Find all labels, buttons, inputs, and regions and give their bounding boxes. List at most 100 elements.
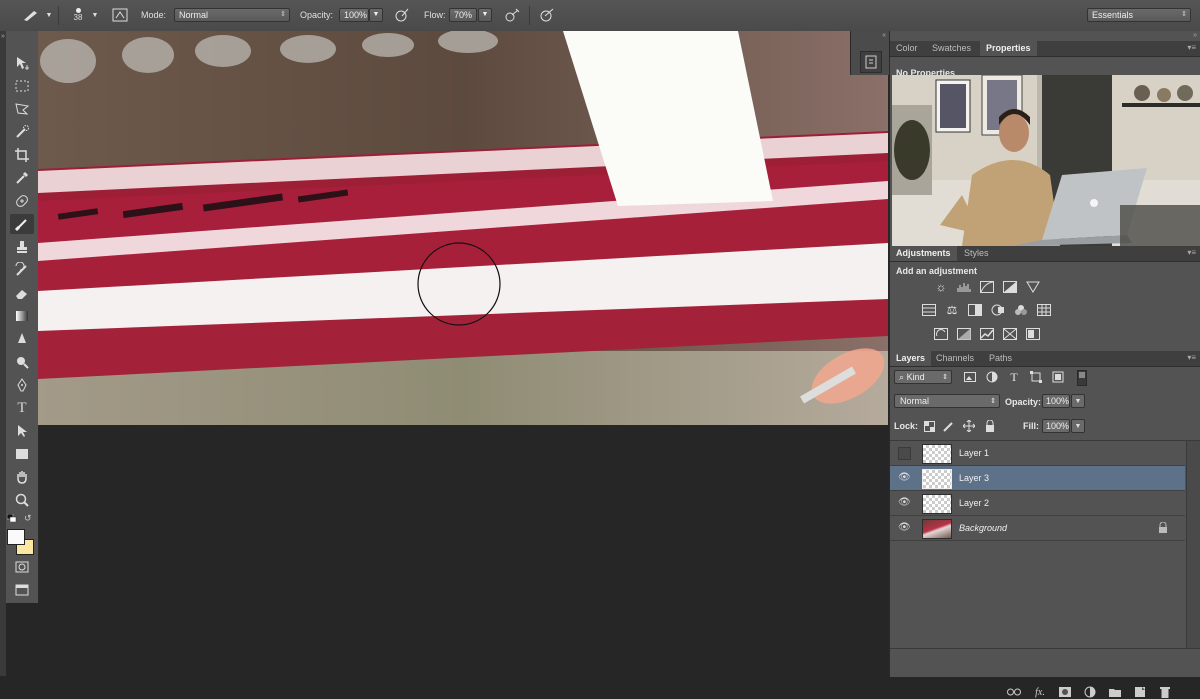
invert-icon[interactable] (933, 327, 949, 341)
swap-colors-icon[interactable]: ↺ (24, 513, 32, 524)
layer-row-layer-1[interactable]: Layer 1 (890, 441, 1185, 466)
selective-color-icon[interactable] (1025, 327, 1041, 341)
opacity-slider-button[interactable]: ▼ (369, 8, 383, 22)
filter-smart-object-icon[interactable] (1050, 370, 1066, 384)
exposure-icon[interactable] (1002, 280, 1018, 294)
brightness-contrast-icon[interactable]: ☼ (933, 280, 949, 294)
new-adjustment-layer-icon[interactable] (1083, 685, 1097, 699)
opacity-input[interactable]: 100% (339, 8, 369, 22)
blend-mode-select[interactable]: Normal ⇕ (894, 394, 1000, 408)
color-balance-icon[interactable]: ⚖ (944, 303, 960, 317)
flow-slider-button[interactable]: ▼ (478, 8, 492, 22)
history-brush-tool-icon[interactable] (10, 260, 34, 280)
posterize-icon[interactable] (956, 327, 972, 341)
layer-filter-select[interactable]: ⌕ Kind ⇕ (894, 370, 952, 384)
filter-shape-icon[interactable] (1028, 370, 1044, 384)
filter-pixel-icon[interactable] (962, 370, 978, 384)
vibrance-icon[interactable] (1025, 280, 1041, 294)
black-white-icon[interactable] (967, 303, 983, 317)
pressure-size-icon[interactable] (537, 5, 557, 25)
eyedropper-tool-icon[interactable] (10, 168, 34, 188)
filter-type-icon[interactable]: T (1006, 370, 1022, 384)
layers-scrollbar[interactable] (1186, 441, 1200, 649)
zoom-tool-icon[interactable] (10, 490, 34, 510)
channel-mixer-icon[interactable] (1013, 303, 1029, 317)
tab-paths[interactable]: Paths (983, 351, 1018, 366)
color-lookup-icon[interactable] (1036, 303, 1052, 317)
collapse-panels-icon[interactable]: » (1193, 32, 1197, 39)
eye-icon[interactable]: 👁 (898, 497, 911, 509)
quick-mask-icon[interactable] (10, 557, 34, 577)
brush-picker-dropdown-icon[interactable]: ▼ (90, 5, 100, 25)
collapse-icon[interactable]: » (1, 33, 5, 40)
layer-opacity-input[interactable]: 100% (1042, 394, 1070, 408)
new-layer-icon[interactable] (1133, 685, 1147, 699)
tool-preset-dropdown-icon[interactable]: ▼ (44, 5, 54, 25)
workspace-select[interactable]: Essentials ⇕ (1087, 8, 1191, 22)
mode-select[interactable]: Normal ⇕ (174, 8, 290, 22)
foreground-color-swatch[interactable] (7, 529, 25, 545)
clone-stamp-tool-icon[interactable] (10, 237, 34, 257)
gradient-tool-icon[interactable] (10, 306, 34, 326)
panel-menu-icon[interactable]: ▾≡ (1187, 353, 1196, 362)
blur-tool-icon[interactable] (10, 329, 34, 349)
brush-tool-preset-icon[interactable] (18, 5, 44, 25)
levels-icon[interactable] (956, 280, 972, 294)
lock-transparent-icon[interactable] (921, 419, 937, 433)
document-canvas[interactable] (38, 31, 888, 425)
pen-tool-icon[interactable] (10, 375, 34, 395)
brush-tool-icon[interactable] (10, 214, 34, 234)
eye-icon[interactable]: 👁 (898, 472, 911, 484)
airbrush-icon[interactable] (502, 5, 522, 25)
fill-slider-button[interactable]: ▼ (1071, 419, 1085, 433)
brush-panel-toggle-icon[interactable] (110, 5, 130, 25)
tab-adjustments[interactable]: Adjustments (890, 246, 957, 261)
tab-styles[interactable]: Styles (958, 246, 995, 261)
panel-menu-icon[interactable]: ▾≡ (1187, 43, 1196, 52)
crop-tool-icon[interactable] (10, 145, 34, 165)
tab-channels[interactable]: Channels (930, 351, 980, 366)
quick-selection-tool-icon[interactable] (10, 122, 34, 142)
new-group-folder-icon[interactable] (1108, 685, 1122, 699)
path-selection-tool-icon[interactable] (10, 421, 34, 441)
tab-color[interactable]: Color (890, 41, 924, 56)
rectangle-tool-icon[interactable] (10, 444, 34, 464)
panel-menu-icon[interactable]: ▾≡ (1187, 248, 1196, 257)
visibility-toggle-empty[interactable] (898, 447, 911, 460)
hue-saturation-icon[interactable] (921, 303, 937, 317)
screen-mode-icon[interactable] (10, 580, 34, 600)
tab-layers[interactable]: Layers (890, 351, 932, 366)
eye-icon[interactable]: 👁 (898, 522, 911, 534)
delete-layer-trash-icon[interactable] (1158, 685, 1172, 699)
brush-picker[interactable]: 38 (66, 5, 90, 25)
healing-brush-tool-icon[interactable] (10, 191, 34, 211)
gradient-map-icon[interactable] (1002, 327, 1018, 341)
filter-adjustment-icon[interactable] (984, 370, 1000, 384)
expand-icon[interactable]: « (882, 32, 886, 39)
add-mask-icon[interactable] (1058, 685, 1072, 699)
layer-row-layer-2[interactable]: 👁 Layer 2 (890, 491, 1185, 516)
layer-row-layer-3[interactable]: 👁 Layer 3 (890, 466, 1185, 491)
layer-opacity-slider-button[interactable]: ▼ (1071, 394, 1085, 408)
lasso-tool-icon[interactable] (10, 99, 34, 119)
layer-row-background[interactable]: 👁 Background (890, 516, 1185, 541)
lock-image-icon[interactable] (941, 419, 957, 433)
curves-icon[interactable] (979, 280, 995, 294)
hand-tool-icon[interactable] (10, 467, 34, 487)
marquee-tool-icon[interactable] (10, 76, 34, 96)
lock-position-icon[interactable] (961, 419, 977, 433)
eraser-tool-icon[interactable] (10, 283, 34, 303)
type-tool-icon[interactable]: T (10, 398, 34, 418)
fill-input[interactable]: 100% (1042, 419, 1070, 433)
lock-all-icon[interactable] (982, 419, 998, 433)
move-tool-icon[interactable] (10, 53, 34, 73)
dodge-tool-icon[interactable] (10, 352, 34, 372)
photo-filter-icon[interactable] (990, 303, 1006, 317)
tab-swatches[interactable]: Swatches (926, 41, 977, 56)
default-colors-icon[interactable] (6, 513, 17, 523)
filter-toggle[interactable] (1077, 370, 1087, 386)
pressure-opacity-icon[interactable] (392, 5, 412, 25)
flow-input[interactable]: 70% (449, 8, 477, 22)
link-layers-icon[interactable] (1007, 685, 1021, 699)
layer-style-fx-icon[interactable]: fx. (1033, 685, 1047, 699)
